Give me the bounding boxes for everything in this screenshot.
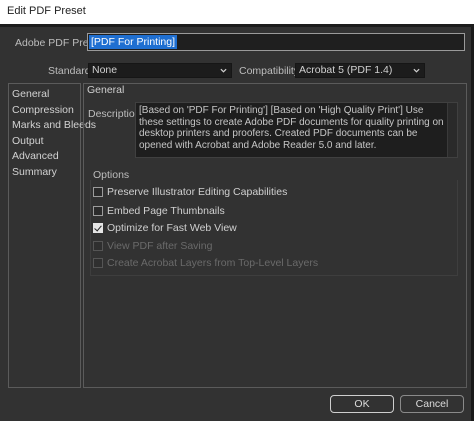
sidebar-item-advanced[interactable]: Advanced (12, 150, 59, 162)
acrobat-layers-label: Create Acrobat Layers from Top-Level Lay… (107, 257, 319, 269)
fast-web-view-label: Optimize for Fast Web View (107, 222, 237, 234)
ok-button[interactable]: OK (330, 395, 394, 413)
embed-thumbnails-checkbox[interactable] (93, 206, 103, 216)
window-title: Edit PDF Preset (7, 5, 86, 17)
description-text: [Based on 'PDF For Printing'] [Based on … (139, 105, 444, 151)
standard-value: None (92, 64, 118, 76)
section-title: General (87, 84, 125, 96)
preset-name-value: [PDF For Printing] (89, 35, 178, 49)
preserve-editing-label: Preserve Illustrator Editing Capabilitie… (107, 186, 288, 198)
view-after-saving-label: View PDF after Saving (107, 240, 213, 252)
compatibility-dropdown[interactable]: Acrobat 5 (PDF 1.4) (295, 63, 425, 78)
preserve-editing-checkbox[interactable] (93, 187, 103, 197)
sidebar-item-summary[interactable]: Summary (12, 166, 57, 178)
title-bar-divider (0, 24, 474, 27)
standard-label: Standard: (48, 65, 94, 77)
sidebar-item-compression[interactable]: Compression (12, 104, 74, 116)
preset-name-input[interactable]: [PDF For Printing] (87, 33, 465, 51)
sidebar-item-general[interactable]: General (12, 88, 49, 100)
category-list: General Compression Marks and Bleeds Out… (8, 83, 96, 388)
acrobat-layers-checkbox (93, 258, 103, 268)
fast-web-view-checkbox[interactable] (93, 223, 103, 233)
title-bar: Edit PDF Preset (0, 0, 474, 24)
view-after-saving-checkbox (93, 241, 103, 251)
compatibility-label: Compatibility: (239, 65, 303, 77)
description-scrollbar[interactable] (447, 103, 457, 157)
chevron-down-icon (220, 68, 227, 73)
embed-thumbnails-label: Embed Page Thumbnails (107, 205, 225, 217)
cancel-button[interactable]: Cancel (400, 395, 464, 413)
description-field[interactable]: [Based on 'PDF For Printing'] [Based on … (135, 102, 458, 158)
standard-dropdown[interactable]: None (88, 63, 232, 78)
chevron-down-icon (413, 68, 420, 73)
sidebar-item-output[interactable]: Output (12, 135, 44, 147)
compatibility-value: Acrobat 5 (PDF 1.4) (299, 64, 393, 76)
